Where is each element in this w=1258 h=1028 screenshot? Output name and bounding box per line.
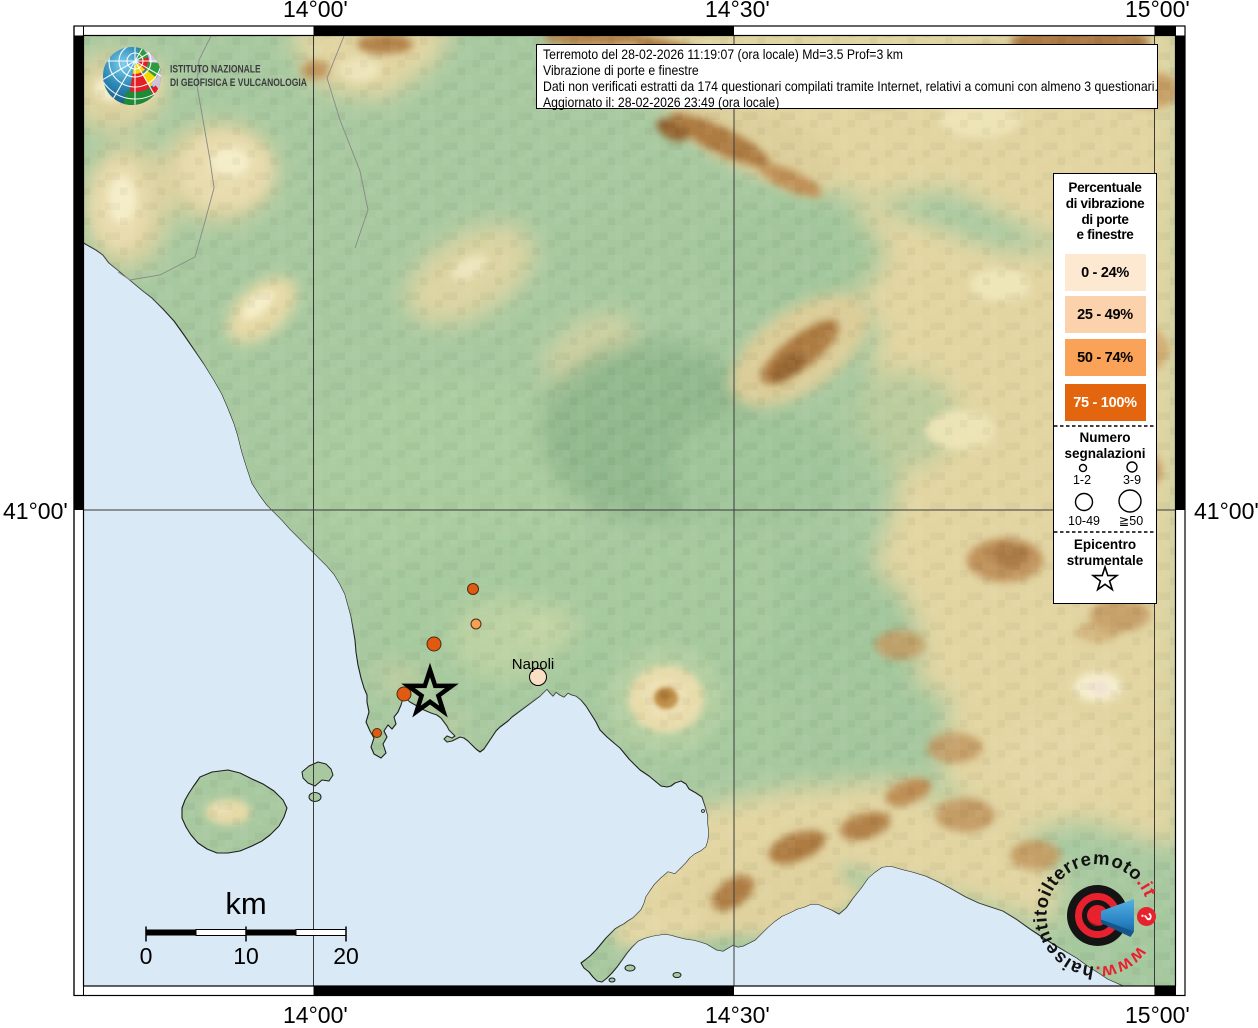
svg-text:≧50: ≧50	[1119, 514, 1143, 528]
svg-text:10: 10	[233, 943, 259, 969]
svg-text:0: 0	[140, 943, 153, 969]
svg-text:10-49: 10-49	[1068, 514, 1100, 528]
svg-text:3-9: 3-9	[1123, 473, 1141, 487]
svg-text:Numero: Numero	[1079, 430, 1130, 445]
svg-text:Napoli: Napoli	[512, 656, 555, 673]
svg-text:ISTITUTO NAZIONALE: ISTITUTO NAZIONALE	[170, 64, 261, 76]
svg-text:1-2: 1-2	[1073, 473, 1091, 487]
svg-text:DI GEOFISICA E VULCANOLOGIA: DI GEOFISICA E VULCANOLOGIA	[170, 77, 307, 89]
svg-text:km: km	[225, 886, 266, 921]
svg-text:?: ?	[1137, 911, 1154, 921]
svg-text:20: 20	[333, 943, 359, 969]
svg-text:Epicentro: Epicentro	[1074, 537, 1136, 552]
svg-text:segnalazioni: segnalazioni	[1064, 446, 1145, 461]
